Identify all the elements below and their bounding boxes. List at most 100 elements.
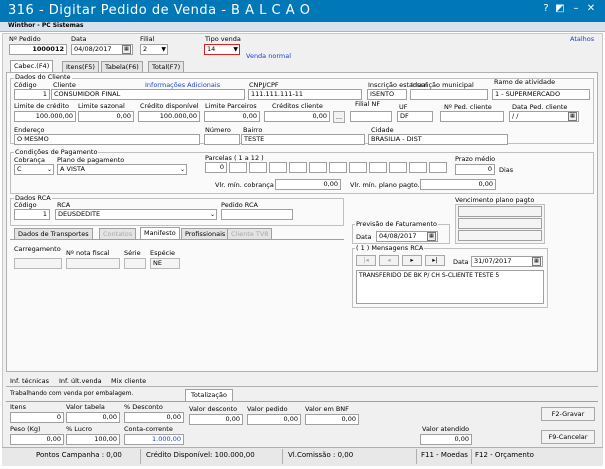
- vr-min-cobranca-field[interactable]: 0,00: [275, 179, 341, 190]
- parcela-field-9[interactable]: [369, 162, 387, 173]
- atalhos-link[interactable]: Atalhos: [570, 35, 594, 43]
- inf-tecnicas-link[interactable]: Inf. técnicas: [10, 377, 49, 385]
- subtab-manifesto[interactable]: Manifesto: [140, 227, 180, 239]
- subtab-profissionais[interactable]: Profissionais: [181, 228, 230, 239]
- ramo-field[interactable]: 1 - SUPERMERCADO: [492, 89, 590, 100]
- tab-itens[interactable]: Itens(F5): [62, 61, 99, 72]
- endereco-field[interactable]: O MESMO: [14, 134, 200, 145]
- nota-fiscal-field[interactable]: [66, 258, 120, 269]
- msg-text-area[interactable]: TRANSFERIDO DE BK P/ CH S-CLIENTE TESTE …: [356, 270, 544, 304]
- subtab-transportes[interactable]: Dados de Transportes: [14, 228, 93, 239]
- parcela-field-10[interactable]: [389, 162, 407, 173]
- lucro-field[interactable]: 100,00: [66, 434, 120, 445]
- calendar-icon[interactable]: ▦: [568, 112, 577, 121]
- especie-field[interactable]: NE: [150, 258, 180, 269]
- valor-desconto-field[interactable]: 0,00: [189, 414, 243, 425]
- data-field[interactable]: 04/08/2017 ▦: [71, 44, 133, 55]
- cidade-field[interactable]: BRASILIA - DIST: [368, 134, 508, 145]
- pedido-rca-field[interactable]: [221, 209, 293, 220]
- inf-ult-venda-link[interactable]: Inf. últ.venda: [59, 377, 102, 385]
- parcela-field-7[interactable]: [329, 162, 347, 173]
- vencimento-field-1[interactable]: [458, 206, 542, 217]
- creditos-cliente-field[interactable]: 0,00: [264, 111, 330, 122]
- tab-cabec[interactable]: Cabec.(F4): [10, 60, 54, 72]
- mix-cliente-link[interactable]: Mix cliente: [111, 377, 146, 385]
- cliente-codigo-field[interactable]: 1: [14, 89, 50, 100]
- tab-totalizacao[interactable]: Totalização: [185, 389, 233, 401]
- uf-field[interactable]: DF: [397, 111, 433, 122]
- help-button[interactable]: ?: [540, 3, 552, 14]
- carregamento-field[interactable]: [14, 258, 62, 269]
- bairro-field[interactable]: TESTE: [241, 134, 365, 145]
- peso-field[interactable]: 0,00: [10, 434, 64, 445]
- limite-sazonal-field[interactable]: 0,00: [78, 111, 134, 122]
- numero-field[interactable]: [204, 134, 240, 145]
- inscricao-estadual-field[interactable]: ISENTO: [367, 89, 407, 100]
- msg-first-button[interactable]: |◂: [356, 255, 376, 266]
- prazo-medio-field[interactable]: 0: [455, 164, 495, 175]
- tipo-venda-select[interactable]: 14 ▼: [204, 44, 240, 55]
- subtab-cliente-tv8[interactable]: Cliente TV8: [227, 228, 273, 239]
- cliente-field[interactable]: CONSUMIDOR FINAL: [51, 89, 245, 100]
- parcela-field-11[interactable]: [409, 162, 427, 173]
- parcela-field-1[interactable]: 0: [205, 162, 227, 173]
- cancelar-button[interactable]: F9-Cancelar: [541, 430, 595, 444]
- valor-atendido-field[interactable]: 0,00: [420, 434, 472, 445]
- parcela-field-2[interactable]: [229, 162, 247, 173]
- parcela-field-8[interactable]: [349, 162, 367, 173]
- valor-tabela-field[interactable]: 0,00: [66, 412, 120, 423]
- msg-last-button[interactable]: ▸|: [425, 255, 445, 266]
- plano-select[interactable]: A VISTA ⌄: [57, 164, 187, 175]
- minimize-button[interactable]: –: [570, 3, 582, 14]
- vencimento-field-2[interactable]: [458, 218, 542, 229]
- credito-disponivel-field[interactable]: 100.000,00: [138, 111, 200, 122]
- status-moedas[interactable]: F11 - Moedas: [421, 451, 468, 459]
- tab-tabela[interactable]: Tabela(F6): [101, 61, 143, 72]
- valor-bnf-field[interactable]: 0,00: [305, 414, 359, 425]
- parcela-field-4[interactable]: [269, 162, 287, 173]
- vr-min-plano-field[interactable]: 0,00: [420, 179, 496, 190]
- restore-button[interactable]: ◩: [554, 3, 566, 14]
- gravar-button[interactable]: F2-Gravar: [541, 407, 595, 421]
- ramo-label: Ramo de atividade: [494, 78, 556, 86]
- rca-select[interactable]: DEUSDEDITE ⌄: [55, 209, 217, 220]
- conta-corrente-field[interactable]: 1.000,00: [124, 434, 184, 445]
- serie-field[interactable]: [124, 258, 146, 269]
- parcela-field-12[interactable]: [429, 162, 447, 173]
- desconto-pct-field[interactable]: 0,00: [124, 412, 184, 423]
- inscricao-municipal-field[interactable]: [410, 89, 488, 100]
- limite-parceiros-field[interactable]: 0,00: [204, 111, 260, 122]
- valor-pedido-field[interactable]: 0,00: [247, 414, 301, 425]
- msg-next-button[interactable]: ▸: [402, 255, 422, 266]
- filial-nf-field[interactable]: [350, 111, 392, 122]
- status-orcamento[interactable]: F12 - Orçamento: [475, 451, 534, 459]
- pedido-field[interactable]: 1000012: [9, 44, 67, 55]
- tab-total[interactable]: Total(F7): [148, 61, 185, 72]
- valor-bnf-label: Valor em BNF: [305, 405, 349, 413]
- close-button[interactable]: ✕: [585, 3, 597, 14]
- parcela-field-5[interactable]: [289, 162, 307, 173]
- msg-prev-button[interactable]: ◂: [379, 255, 399, 266]
- calendar-icon[interactable]: ▦: [427, 232, 436, 241]
- vencimento-field-3[interactable]: [458, 230, 542, 241]
- limite-parceiros-label: Limite Parceiros: [205, 102, 257, 110]
- lucro-label: % Lucro: [66, 425, 92, 433]
- calendar-icon[interactable]: ▦: [122, 45, 131, 54]
- itens-field[interactable]: 0: [10, 412, 64, 423]
- previsao-data-field[interactable]: 04/08/2017 ▦: [376, 231, 438, 242]
- calendar-icon[interactable]: ▦: [532, 257, 541, 266]
- parcela-field-6[interactable]: [309, 162, 327, 173]
- data-ped-cliente-field[interactable]: / / ▦: [509, 111, 579, 122]
- info-adicionais-link[interactable]: Informações Adicionais: [145, 81, 220, 89]
- cobranca-select[interactable]: C ⌄: [14, 164, 54, 175]
- chevron-down-icon: ▼: [161, 46, 166, 53]
- subtab-contatos[interactable]: Contatos: [99, 228, 137, 239]
- cnpj-field[interactable]: 111.111.111-11: [248, 89, 362, 100]
- rca-codigo-field[interactable]: 1: [14, 209, 50, 220]
- ped-cliente-field[interactable]: [440, 111, 504, 122]
- limite-credito-field[interactable]: 100.000,00: [14, 111, 76, 122]
- msg-data-field[interactable]: 31/07/2017 ▦: [471, 256, 543, 267]
- parcela-field-3[interactable]: [249, 162, 267, 173]
- creditos-dots-button[interactable]: ...: [333, 111, 345, 123]
- filial-select[interactable]: 2 ▼: [140, 44, 168, 55]
